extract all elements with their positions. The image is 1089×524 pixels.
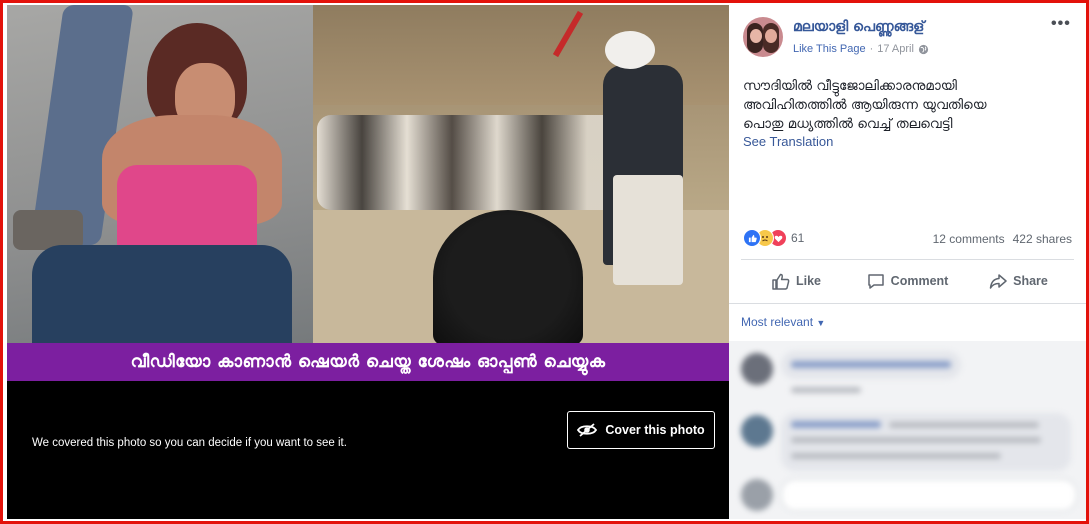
more-options-icon[interactable]: ••• bbox=[1051, 15, 1071, 33]
like-page-link[interactable]: Like This Page bbox=[793, 43, 866, 55]
sort-label: Most relevant bbox=[741, 315, 814, 329]
thumbs-up-icon bbox=[772, 273, 790, 290]
cover-photo-label: Cover this photo bbox=[605, 423, 705, 437]
page-avatar[interactable] bbox=[743, 17, 783, 57]
comment-label: Comment bbox=[890, 274, 949, 288]
caret-down-icon: ▼ bbox=[816, 318, 826, 328]
post-actions: Like Comment Share bbox=[741, 265, 1074, 297]
share-label: Share bbox=[1013, 274, 1048, 288]
cover-photo-button[interactable]: Cover this photo bbox=[567, 411, 715, 449]
comment-button[interactable]: Comment bbox=[852, 265, 963, 297]
right-photo bbox=[313, 5, 729, 343]
divider bbox=[729, 303, 1086, 304]
comment-sort-dropdown[interactable]: Most relevant ▼ bbox=[741, 315, 825, 329]
post-media: വീഡിയോ കാണാൻ ഷെയർ ചെയ്ത ശേഷം ഓപ്പൺ ചെയ്യ… bbox=[7, 5, 729, 519]
eye-slash-icon bbox=[577, 423, 598, 437]
left-photo bbox=[7, 5, 313, 343]
post-text-line: പൊതു മധ്യത്തിൽ വെച്ച് തലവെട്ടി bbox=[743, 116, 953, 132]
divider bbox=[741, 259, 1074, 260]
share-icon bbox=[989, 273, 1007, 289]
reaction-summary[interactable]: 61 bbox=[743, 229, 804, 247]
comment-icon bbox=[867, 273, 884, 289]
screenshot-frame: വീഡിയോ കാണാൻ ഷെയർ ചെയ്ത ശേഷം ഓപ്പൺ ചെയ്യ… bbox=[0, 0, 1089, 524]
share-banner: വീഡിയോ കാണാൻ ഷെയർ ചെയ്ത ശേഷം ഓപ്പൺ ചെയ്യ… bbox=[7, 343, 729, 381]
post-date[interactable]: 17 April bbox=[877, 43, 914, 55]
globe-icon bbox=[918, 44, 929, 54]
post-meta: Like This Page · 17 April bbox=[793, 43, 929, 55]
see-translation-link[interactable]: See Translation bbox=[743, 134, 833, 149]
post-stats: 12 comments 422 shares bbox=[933, 232, 1072, 246]
post-side-panel: മലയാളി പെണ്ണുങ്ങള് Like This Page · 17 A… bbox=[729, 5, 1086, 519]
cover-notice-text: We covered this photo so you can decide … bbox=[32, 437, 347, 449]
post-text-line: സൗദിയിൽ വീട്ടുജോലിക്കാരനുമായി bbox=[743, 78, 957, 94]
reaction-count: 61 bbox=[791, 231, 805, 245]
share-button[interactable]: Share bbox=[963, 265, 1074, 297]
like-label: Like bbox=[795, 274, 821, 288]
comments-list bbox=[729, 341, 1086, 519]
page-name-link[interactable]: മലയാളി പെണ്ണുങ്ങള് bbox=[793, 19, 924, 35]
shares-count-link[interactable]: 422 shares bbox=[1013, 232, 1072, 246]
post-text: സൗദിയിൽ വീട്ടുജോലിക്കാരനുമായി അവിഹിതത്തി… bbox=[743, 77, 1073, 134]
like-reaction-icon bbox=[743, 229, 761, 247]
comments-count-link[interactable]: 12 comments bbox=[933, 232, 1005, 246]
like-button[interactable]: Like bbox=[741, 265, 852, 297]
post-text-line: അവിഹിതത്തിൽ ആയിരുന്ന യുവതിയെ bbox=[743, 97, 987, 113]
meta-separator: · bbox=[869, 43, 874, 55]
